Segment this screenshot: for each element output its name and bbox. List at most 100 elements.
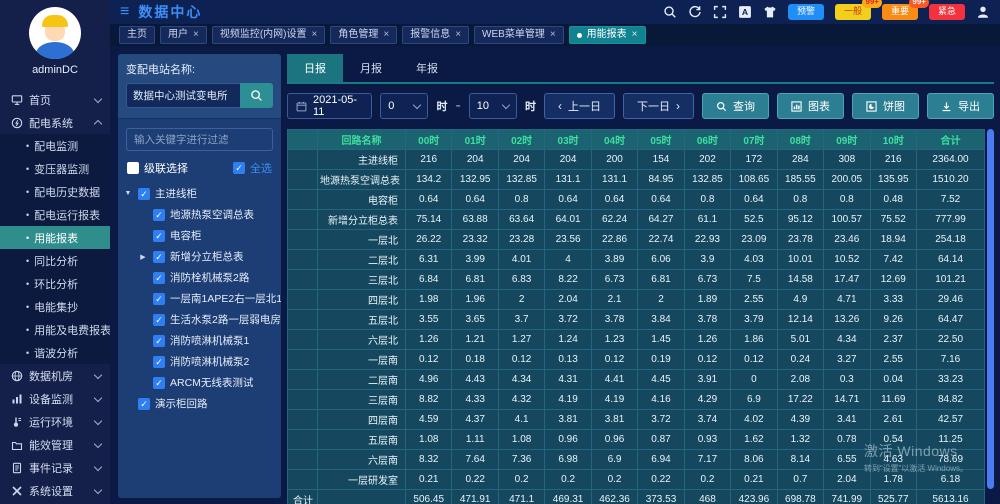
sidebar-subitem-配电运行报表[interactable]: •配电运行报表 (0, 203, 110, 226)
user-icon[interactable] (976, 5, 990, 19)
report-tab-月报[interactable]: 月报 (343, 54, 399, 82)
next-day-button[interactable]: 下一日 › (623, 93, 694, 119)
scrollbar-thumb[interactable] (987, 129, 994, 489)
tab-close-icon[interactable]: × (455, 29, 461, 41)
tree-checkbox[interactable] (153, 377, 165, 389)
sidebar-subitem-配电历史数据[interactable]: •配电历史数据 (0, 180, 110, 203)
tree-item[interactable]: 电容柜 (123, 225, 281, 246)
tab-角色管理[interactable]: 角色管理× (330, 26, 397, 44)
tree-expand-icon[interactable]: ▶ (138, 253, 148, 261)
tab-close-icon[interactable]: × (193, 29, 199, 41)
sidebar-item-运行环境[interactable]: 运行环境 (0, 410, 110, 433)
report-tab-日报[interactable]: 日报 (287, 54, 343, 82)
sidebar-item-能效管理[interactable]: 能效管理 (0, 433, 110, 456)
value-cell: 0.64 (545, 190, 591, 210)
tree-item[interactable]: 生活水泵2路一层弱电房 (123, 309, 281, 330)
tree-checkbox[interactable] (153, 356, 165, 368)
keyword-filter-input[interactable] (126, 128, 273, 151)
row-checkbox-cell (288, 410, 318, 430)
avatar[interactable] (29, 7, 81, 59)
sidebar-subitem-电能集抄[interactable]: •电能集抄 (0, 295, 110, 318)
value-cell: 1.26 (406, 330, 452, 350)
hour-to-select[interactable]: 10 (469, 93, 517, 119)
select-all-checkbox[interactable] (233, 162, 245, 174)
pie-button[interactable]: 饼图 (852, 93, 919, 119)
select-all-label[interactable]: 全选 (250, 160, 272, 176)
tab-close-icon[interactable]: × (632, 29, 638, 41)
tab-用能报表[interactable]: 用能报表× (569, 26, 646, 44)
tree-item[interactable]: 消防栓机械泵2路 (123, 267, 281, 288)
tree-item[interactable]: ▶新增分立柜总表 (123, 246, 281, 267)
sidebar-subitem-环比分析[interactable]: •环比分析 (0, 272, 110, 295)
alert-badge-紧急[interactable]: 紧急 (929, 4, 965, 20)
station-search-button[interactable] (240, 83, 273, 108)
sidebar-subitem-用能报表[interactable]: •用能报表 (0, 226, 110, 249)
tab-close-icon[interactable]: × (383, 29, 389, 41)
fullscreen-icon[interactable] (713, 5, 727, 19)
report-panel: 日报月报年报 2021-05-11 0 时 - 1 (287, 54, 994, 504)
sidebar-subitem-用能及电费报表[interactable]: •用能及电费报表 (0, 318, 110, 341)
report-tab-年报[interactable]: 年报 (399, 54, 455, 82)
alert-badge-一般[interactable]: 一般99+ (835, 4, 871, 20)
tree-checkbox[interactable] (153, 335, 165, 347)
export-button[interactable]: 导出 (927, 93, 994, 119)
tab-视频监控(内网)设置[interactable]: 视频监控(内网)设置× (212, 26, 326, 44)
sidebar-item-label: 能效管理 (29, 437, 89, 453)
alert-badge-重要[interactable]: 重要99+ (882, 4, 918, 20)
station-input[interactable] (126, 83, 240, 108)
date-picker[interactable]: 2021-05-11 (287, 93, 372, 119)
cascade-checkbox[interactable] (127, 162, 139, 174)
sidebar-subitem-变压器监测[interactable]: •变压器监测 (0, 157, 110, 180)
value-cell: 3.79 (731, 310, 777, 330)
tree-item[interactable]: 一层南1APE2右一层北1APE1左 (123, 288, 281, 309)
tree-checkbox[interactable] (153, 272, 165, 284)
sidebar-item-首页[interactable]: 首页 (0, 88, 110, 111)
prev-day-button[interactable]: ‹ 上一日 (544, 93, 615, 119)
tree-item[interactable]: ARCM无线表测试 (123, 372, 281, 393)
tab-close-icon[interactable]: × (312, 29, 318, 41)
tree-checkbox[interactable] (153, 293, 165, 305)
value-cell: 4.34 (824, 330, 870, 350)
tab-用户[interactable]: 用户× (160, 26, 207, 44)
alert-badge-预警[interactable]: 预警 (788, 4, 824, 20)
tab-close-icon[interactable]: × (550, 29, 556, 41)
query-button[interactable]: 查询 (702, 93, 769, 119)
tree-item[interactable]: 消防喷淋机械泵1 (123, 330, 281, 351)
chart-button[interactable]: 图表 (777, 93, 844, 119)
chevron-down-icon (94, 439, 102, 447)
column-header-10时: 10时 (870, 130, 916, 150)
tree-item[interactable]: ▼主进线柜 (123, 183, 281, 204)
tree-item[interactable]: 消防喷淋机械泵2 (123, 351, 281, 372)
refresh-icon[interactable] (688, 5, 702, 19)
sidebar-item-设备监测[interactable]: 设备监测 (0, 387, 110, 410)
sidebar-item-label: 首页 (29, 92, 89, 108)
tree-checkbox[interactable] (153, 314, 165, 326)
tree-item[interactable]: 演示柜回路 (123, 393, 281, 414)
theme-icon[interactable] (763, 5, 777, 19)
tab-主页[interactable]: 主页 (119, 26, 155, 44)
sidebar-subitem-谐波分析[interactable]: •谐波分析 (0, 341, 110, 364)
hour-from-select[interactable]: 0 (380, 93, 428, 119)
tree-collapse-icon[interactable]: ▼ (123, 190, 133, 197)
value-cell: 0.64 (452, 190, 498, 210)
tree-checkbox[interactable] (153, 230, 165, 242)
tab-报警信息[interactable]: 报警信息× (402, 26, 469, 44)
tree-item[interactable]: 地源热泵空调总表 (123, 204, 281, 225)
value-cell: 3.7 (498, 310, 544, 330)
sidebar-item-数据机房[interactable]: 数据机房 (0, 364, 110, 387)
tab-WEB菜单管理[interactable]: WEB菜单管理× (474, 26, 564, 44)
tree-checkbox[interactable] (153, 251, 165, 263)
sidebar-subitem-配电监测[interactable]: •配电监测 (0, 134, 110, 157)
sidebar-item-配电系统[interactable]: 配电系统 (0, 111, 110, 134)
tree-checkbox[interactable] (138, 398, 150, 410)
tree-checkbox[interactable] (153, 209, 165, 221)
sidebar-item-事件记录[interactable]: 事件记录 (0, 456, 110, 479)
tree-checkbox[interactable] (138, 188, 150, 200)
value-cell: 0.2 (591, 470, 637, 490)
search-icon[interactable] (663, 5, 677, 19)
sidebar-item-系统设置[interactable]: 系统设置 (0, 479, 110, 502)
translate-icon[interactable]: A (738, 5, 752, 19)
sidebar-subitem-同比分析[interactable]: •同比分析 (0, 249, 110, 272)
value-cell: 4.02 (731, 410, 777, 430)
hamburger-icon[interactable]: ≡ (120, 4, 129, 20)
